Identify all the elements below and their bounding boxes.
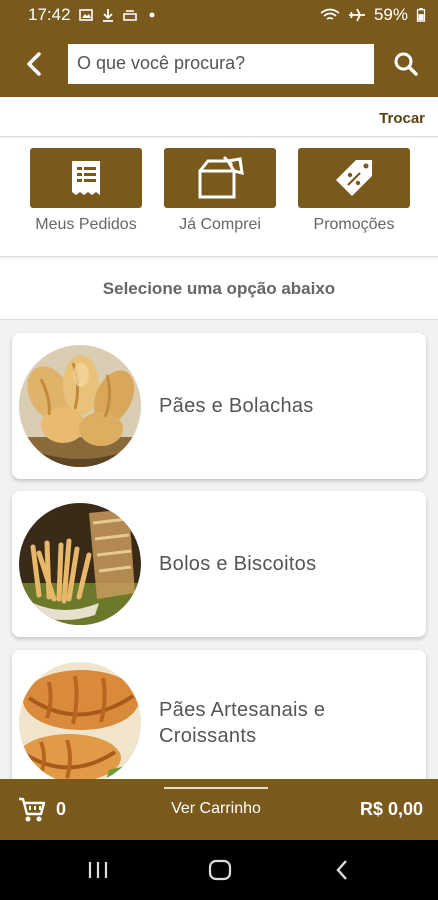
search-button[interactable] [374,30,438,97]
box-icon [198,155,244,199]
back-nav-icon [336,860,347,880]
image-icon [78,9,93,21]
category-label-line2: Croissants [159,725,257,747]
back-nav-button[interactable] [322,855,362,885]
category-card-paes-artesanais[interactable]: Pães Artesanais e Croissants [12,650,426,796]
meus-pedidos-label: Meus Pedidos [35,216,137,233]
cart-icon[interactable] [18,797,46,823]
promocoes-label: Promoções [313,216,395,233]
ja-comprei-button[interactable]: Já Comprei [164,148,276,234]
ja-comprei-label: Já Comprei [179,216,261,233]
meus-pedidos-button[interactable]: Meus Pedidos [30,148,142,234]
category-photo-bread [19,345,141,467]
category-label: Pães Artesanais e Croissants [159,697,325,749]
status-notification-icons [78,8,159,22]
quick-actions: Meus Pedidos Já Comprei Promoções [0,138,438,257]
category-label: Bolos e Biscoitos [159,553,317,575]
meus-pedidos-tile[interactable] [30,148,142,208]
cart-total: R$ 0,00 [359,799,423,819]
download-icon [102,9,113,22]
chevron-left-icon [27,51,41,76]
promocoes-tile[interactable] [298,148,410,208]
section-title: Selecione uma opção abaixo [0,259,438,320]
category-label-line1: Pães Artesanais e [159,699,326,721]
receipt-icon [72,161,100,195]
search-input[interactable]: O que você procura? [68,43,374,84]
category-label: Pães e Bolachas [159,395,314,417]
ver-carrinho-button[interactable]: Ver Carrinho [162,800,270,818]
store-switch-row: Trocar [0,97,438,137]
recent-apps-button[interactable] [78,855,118,885]
tray-icon [122,10,137,21]
bread-image [19,345,141,467]
ja-comprei-tile[interactable] [164,148,276,208]
home-button[interactable] [200,855,240,885]
trocar-link[interactable]: Trocar [379,110,425,127]
cart-bar: 0 Ver Carrinho R$ 0,00 [0,779,438,840]
recent-apps-icon [88,862,108,878]
cart-count: 0 [56,799,67,819]
app-header: O que você procura? [0,30,438,97]
status-bar: 17:42 59% [0,0,438,30]
battery-icon [416,8,426,22]
battery-percent: 59% [373,5,408,24]
biscuits-image [19,503,141,625]
section-title-text: Selecione uma opção abaixo [102,279,336,298]
wifi-icon [320,8,340,20]
tag-icon [336,160,372,196]
home-icon [208,859,232,881]
croissants-image [19,662,141,784]
dot-icon [149,12,155,18]
category-card-bolos-e-biscoitos[interactable]: Bolos e Biscoitos [12,491,426,637]
system-nav-bar [0,840,438,900]
search-icon [394,52,418,76]
category-photo-biscuits [19,503,141,625]
back-button[interactable] [0,30,68,97]
ver-carrinho-divider [164,787,268,789]
category-photo-croissants [19,662,141,784]
search-placeholder: O que você procura? [77,53,246,73]
category-card-paes-e-bolachas[interactable]: Pães e Bolachas [12,333,426,479]
airplane-icon [348,8,365,22]
promocoes-button[interactable]: Promoções [298,148,410,234]
status-time: 17:42 [28,5,71,24]
